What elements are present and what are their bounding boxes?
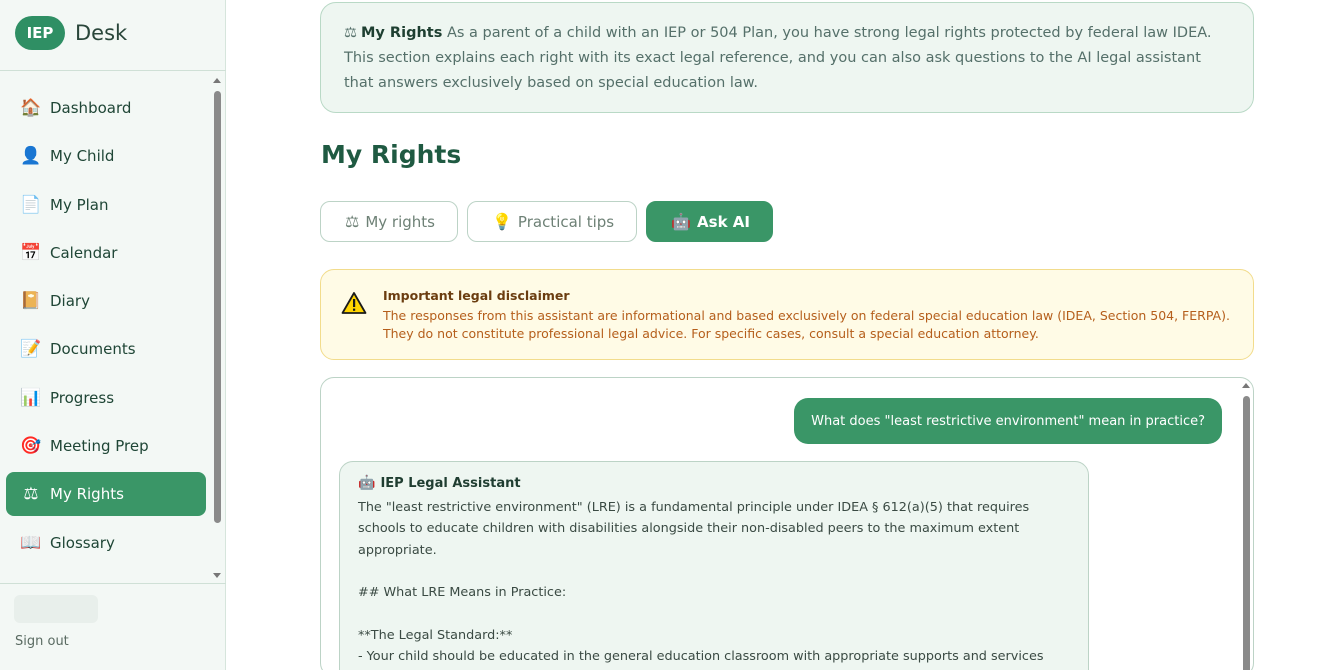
sidebar-item-meeting-prep[interactable]: 🎯 Meeting Prep xyxy=(6,424,206,468)
scrollbar-thumb[interactable] xyxy=(214,91,221,523)
assistant-text-line: **The Legal Standard:** xyxy=(358,627,513,643)
sidebar-item-label: Diary xyxy=(50,292,90,311)
lightbulb-icon: 💡 xyxy=(492,212,512,231)
chat-panel[interactable]: What does "least restrictive environment… xyxy=(320,377,1254,670)
scrollbar-thumb[interactable] xyxy=(1243,396,1250,670)
main-content: ⚖ My Rights As a parent of a child with a… xyxy=(226,0,1342,670)
tab-label: My rights xyxy=(365,212,435,231)
sidebar-item-glossary[interactable]: 📖 Glossary xyxy=(6,521,206,565)
assistant-text-line: - Your child should be educated in the g… xyxy=(358,649,1044,665)
sidebar-item-dashboard[interactable]: 🏠 Dashboard xyxy=(6,86,206,130)
sidebar-item-diary[interactable]: 📔 Diary xyxy=(6,279,206,323)
assistant-text-line: The "least restrictive environment" (LRE… xyxy=(358,500,1034,558)
rights-info-banner: ⚖ My Rights As a parent of a child with a… xyxy=(320,2,1254,113)
brand-name: Desk xyxy=(75,21,128,45)
scales-icon: ⚖ xyxy=(345,212,360,231)
scales-icon: ⚖ xyxy=(23,484,39,505)
sidebar-item-label: My Rights xyxy=(50,485,124,504)
document-icon: 📄 xyxy=(20,194,42,215)
divider xyxy=(0,70,226,71)
assistant-name: IEP Legal Assistant xyxy=(380,475,521,491)
sidebar-item-label: Documents xyxy=(50,340,136,359)
sidebar-item-label: Meeting Prep xyxy=(50,437,149,456)
sidebar-item-label: My Plan xyxy=(50,195,109,214)
divider xyxy=(0,583,226,584)
user-info-placeholder xyxy=(14,595,98,623)
warning-icon xyxy=(341,292,367,314)
assistant-message: 🤖 IEP Legal Assistant The "least restric… xyxy=(339,461,1089,670)
robot-icon: 🤖 xyxy=(671,212,692,231)
sidebar-item-my-rights[interactable]: ⚖ My Rights xyxy=(6,472,206,517)
notebook-icon: 📔 xyxy=(20,291,42,312)
brand-logo[interactable]: IEP Desk xyxy=(15,15,127,51)
sidebar-item-label: Dashboard xyxy=(50,99,132,117)
scroll-up-arrow-icon[interactable] xyxy=(213,78,221,83)
sidebar-item-my-plan[interactable]: 📄 My Plan xyxy=(6,183,206,227)
sidebar-nav: 🏠 Dashboard 👤 My Child 📄 My Plan 📅 Calen… xyxy=(6,86,206,569)
sidebar-item-calendar[interactable]: 📅 Calendar xyxy=(6,231,206,275)
calendar-icon: 📅 xyxy=(20,242,42,263)
sidebar-item-progress[interactable]: 📊 Progress xyxy=(6,376,206,420)
disclaimer-text: The responses from this assistant are in… xyxy=(383,308,1230,341)
assistant-header: 🤖 IEP Legal Assistant xyxy=(358,475,1070,491)
tab-practical-tips[interactable]: 💡 Practical tips xyxy=(467,201,638,242)
sidebar-item-label: My Child xyxy=(50,147,115,166)
legal-disclaimer: Important legal disclaimer The responses… xyxy=(320,269,1254,360)
sidebar-item-my-child[interactable]: 👤 My Child xyxy=(6,134,206,178)
chat-scrollbar[interactable] xyxy=(1239,378,1253,670)
sidebar-item-label: Progress xyxy=(50,388,115,407)
info-text: As a parent of a child with an IEP or 50… xyxy=(344,25,1212,91)
robot-icon: 🤖 xyxy=(358,475,376,491)
assistant-text-line: ## What LRE Means in Practice: xyxy=(358,585,567,601)
sidebar-item-label: Glossary xyxy=(50,533,115,552)
sidebar-item-label: Calendar xyxy=(50,243,118,262)
scales-icon: ⚖ xyxy=(344,25,357,41)
memo-icon: 📝 xyxy=(20,339,42,360)
brand-badge: IEP xyxy=(15,16,65,50)
tab-label: Ask AI xyxy=(697,212,750,231)
scroll-down-arrow-icon[interactable] xyxy=(213,573,221,578)
user-message: What does "least restrictive environment… xyxy=(794,398,1222,444)
tab-label: Practical tips xyxy=(517,212,615,231)
sidebar: IEP Desk 🏠 Dashboard 👤 My Child 📄 My Pla… xyxy=(0,0,226,670)
assistant-text-line xyxy=(358,603,1070,624)
tab-my-rights[interactable]: ⚖ My rights xyxy=(320,201,458,242)
user-icon: 👤 xyxy=(20,146,42,167)
sidebar-item-documents[interactable]: 📝 Documents xyxy=(6,327,206,371)
scroll-up-arrow-icon[interactable] xyxy=(1242,383,1250,388)
target-icon: 🎯 xyxy=(20,436,42,457)
assistant-text-line xyxy=(358,561,1070,582)
bar-chart-icon: 📊 xyxy=(20,387,42,408)
home-icon: 🏠 xyxy=(20,98,42,118)
tab-bar: ⚖ My rights 💡 Practical tips 🤖 Ask AI xyxy=(320,201,773,242)
tab-ask-ai[interactable]: 🤖 Ask AI xyxy=(646,201,773,242)
sidebar-scrollbar[interactable] xyxy=(210,76,224,580)
book-icon: 📖 xyxy=(20,532,42,553)
sign-out-link[interactable]: Sign out xyxy=(15,634,69,649)
page-title: My Rights xyxy=(321,140,462,169)
disclaimer-title: Important legal disclaimer xyxy=(383,288,570,303)
info-title: My Rights xyxy=(361,25,443,41)
